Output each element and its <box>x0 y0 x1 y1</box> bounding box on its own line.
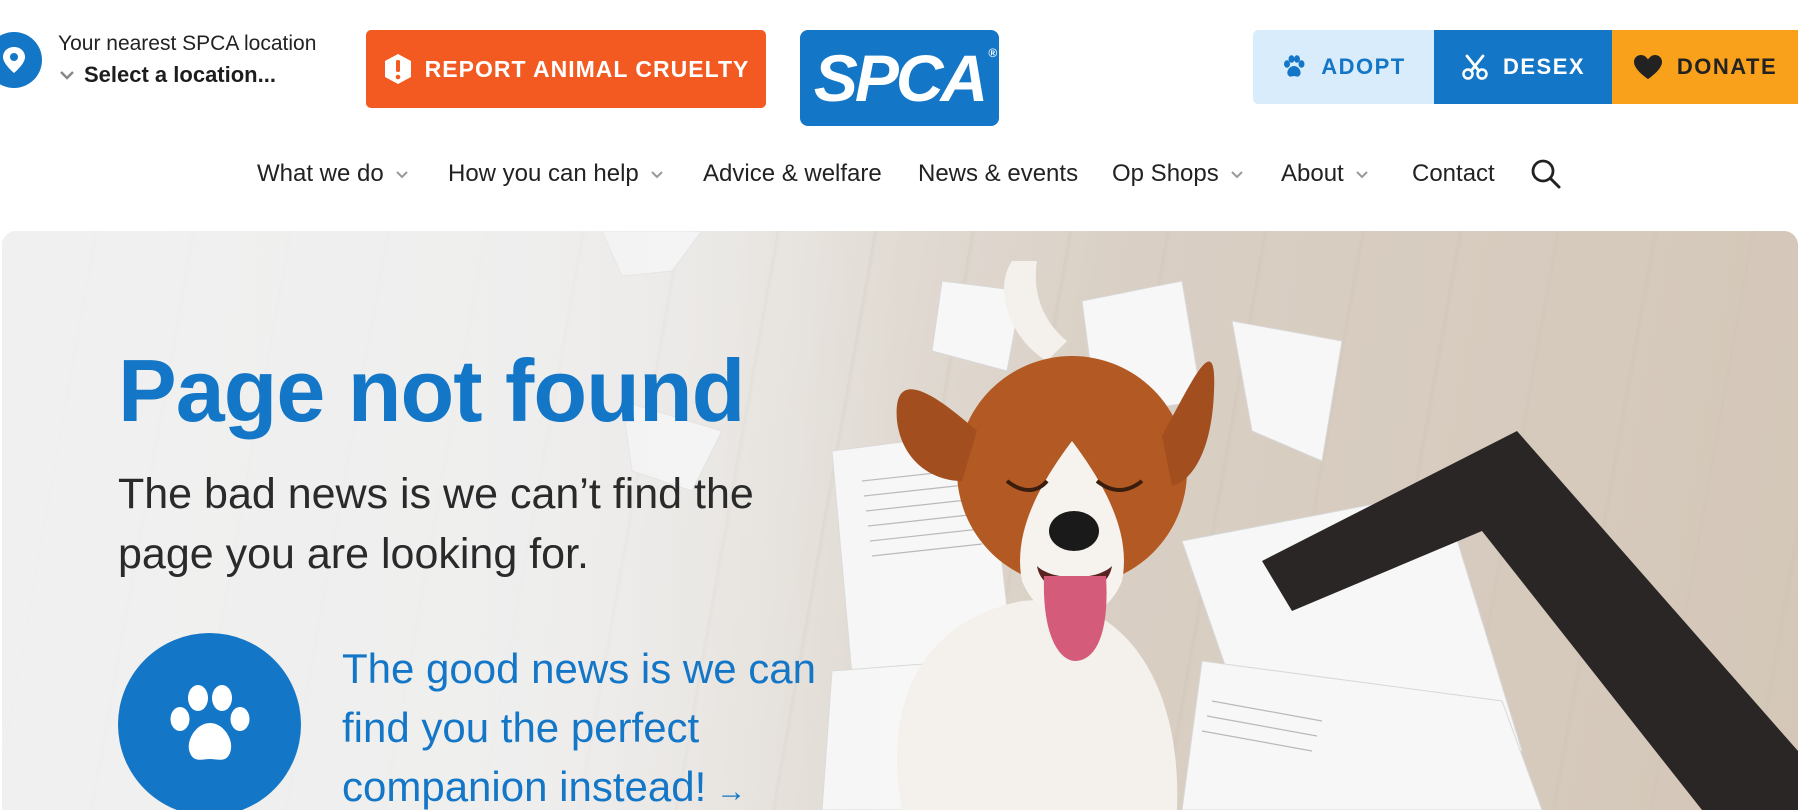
adopt-button[interactable]: ADOPT <box>1253 30 1434 104</box>
nav-item-about[interactable]: About <box>1281 160 1370 188</box>
location-dropdown[interactable]: Select a location... <box>58 62 316 88</box>
chevron-down-icon <box>1356 171 1368 179</box>
paw-icon <box>1284 55 1305 77</box>
scissors-icon <box>1462 54 1488 80</box>
report-button-label: REPORT ANIMAL CRUELTY <box>424 55 750 82</box>
location-selector[interactable]: Your nearest SPCA location Select a loca… <box>0 30 316 90</box>
nav-item-label: News & events <box>918 160 1079 187</box>
desex-button[interactable]: DESEX <box>1434 30 1612 104</box>
nav-item-contact[interactable]: Contact <box>1412 160 1495 188</box>
donate-label: DONATE <box>1676 54 1778 79</box>
hero-banner: Page not found The bad news is we can’t … <box>2 231 1798 810</box>
desex-label: DESEX <box>1502 54 1586 79</box>
logo-text: SPCA ® <box>813 41 998 115</box>
site-header: Your nearest SPCA location Select a loca… <box>0 0 1798 135</box>
search-icon[interactable] <box>1530 158 1562 190</box>
chevron-down-icon <box>1231 171 1243 179</box>
arrow-right-icon: → <box>716 775 747 808</box>
chevron-down-icon <box>651 171 663 179</box>
nav-item-label: Contact <box>1412 160 1495 187</box>
main-nav: What we do How you can help Advice & wel… <box>0 152 1798 196</box>
heart-icon <box>1633 55 1662 79</box>
chevron-down-icon <box>60 71 74 80</box>
page-subtitle: The bad news is we can’t find the page y… <box>118 470 754 578</box>
alert-shield-icon <box>384 54 411 84</box>
nav-item-what-we-do[interactable]: What we do <box>257 160 410 188</box>
page-title: Page not found <box>118 341 745 440</box>
map-pin-icon <box>0 32 42 88</box>
paw-icon <box>170 684 249 760</box>
chevron-down-icon <box>396 171 408 179</box>
paw-badge[interactable] <box>118 633 301 810</box>
nav-item-label: About <box>1281 160 1344 187</box>
nav-item-label: Op Shops <box>1112 160 1219 187</box>
nav-item-label: Advice & welfare <box>703 160 882 187</box>
nav-item-news-events[interactable]: News & events <box>918 160 1078 188</box>
nav-item-advice-welfare[interactable]: Advice & welfare <box>703 160 882 188</box>
nav-item-op-shops[interactable]: Op Shops <box>1112 160 1245 188</box>
location-value: Select a location... <box>84 62 276 87</box>
nav-item-how-you-can-help[interactable]: How you can help <box>448 160 665 188</box>
location-label: Your nearest SPCA location <box>58 32 317 55</box>
nav-item-label: What we do <box>257 160 384 187</box>
report-animal-cruelty-button[interactable]: REPORT ANIMAL CRUELTY <box>366 30 766 108</box>
donate-button[interactable]: DONATE <box>1612 30 1798 104</box>
adopt-label: ADOPT <box>1321 54 1406 79</box>
find-companion-link[interactable]: The good news is we can find you the per… <box>342 639 842 810</box>
nav-item-label: How you can help <box>448 160 639 187</box>
registered-mark: ® <box>988 46 998 60</box>
spca-logo[interactable]: SPCA ® <box>800 30 999 126</box>
